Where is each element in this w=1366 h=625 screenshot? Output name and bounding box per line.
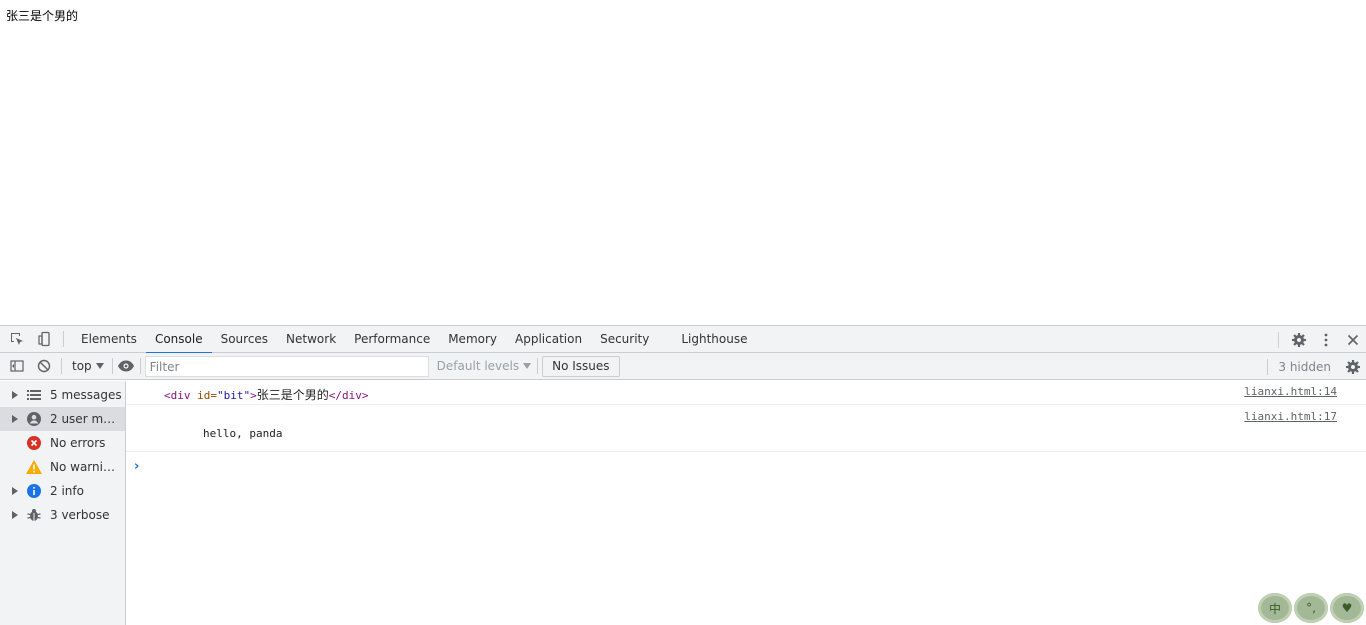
sidebar-item-errors[interactable]: No errors [0,431,125,455]
tab-elements[interactable]: Elements [72,326,146,353]
sidebar-item-user-messages[interactable]: 2 user mess... [0,407,125,431]
expand-arrow-icon[interactable] [9,415,21,423]
tag-bracket: > [250,389,257,402]
tabbar-divider [63,331,64,347]
tab-sources[interactable]: Sources [212,326,277,353]
page-content-text: 张三是个男的 [6,9,79,23]
expand-arrow-icon[interactable] [9,487,21,495]
toolbar-right: 3 hidden [1267,353,1366,380]
console-message: <div id="bit">张三是个男的</div> lianxi.html:1… [126,381,1366,405]
expand-arrow-icon[interactable] [9,511,21,519]
clear-console-icon[interactable] [30,353,57,380]
sidebar-item-label: 5 messages [50,388,122,402]
attr-name: id= [197,389,217,402]
list-icon [26,387,42,403]
device-toolbar-icon[interactable] [30,326,57,353]
info-icon [26,483,42,499]
console-body: 5 messages 2 user mess... No errors No w… [0,381,1366,625]
devtools-panel: Elements Console Sources Network Perform… [0,325,1366,625]
tabbar-actions [1278,326,1366,353]
sidebar-item-label: 3 verbose [50,508,110,522]
tag-open: <div [164,389,191,402]
sidebar-item-messages[interactable]: 5 messages [0,383,125,407]
error-icon [26,435,42,451]
sidebar-item-label: 2 info [50,484,84,498]
tab-lighthouse[interactable]: Lighthouse [672,326,756,353]
sidebar-toggle-icon[interactable] [3,353,30,380]
filter-input[interactable]: Filter [144,355,429,377]
console-settings-gear-icon[interactable] [1339,353,1366,380]
page-viewport: 张三是个男的 [0,0,1366,325]
console-toolbar: top Filter Default levels No Issues 3 hi… [0,353,1366,380]
dropdown-arrow-icon [523,363,532,369]
element-text: 张三是个男的 [256,388,329,402]
tab-console[interactable]: Console [145,326,212,354]
tab-memory[interactable]: Memory [439,326,506,353]
sidebar-item-verbose[interactable]: 3 verbose [0,503,125,527]
sidebar-item-info[interactable]: 2 info [0,479,125,503]
more-options-icon[interactable] [1312,326,1339,353]
issues-button[interactable]: No Issues [542,355,620,377]
console-sidebar: 5 messages 2 user mess... No errors No w… [0,381,126,625]
sidebar-item-label: No errors [50,436,106,450]
tag-end: </div> [328,389,369,402]
source-link[interactable]: lianxi.html:14 [1244,385,1337,398]
tab-security[interactable]: Security [591,326,658,353]
inspect-element-icon[interactable] [3,326,30,353]
hidden-messages-count: 3 hidden [1267,358,1339,375]
close-icon[interactable] [1339,326,1366,353]
sidebar-item-label: No warnings [50,460,122,474]
dom-element-node[interactable]: <div id="bit">张三是个男的</div> [164,388,369,402]
user-icon [26,411,42,427]
default-levels-dropdown[interactable]: Default levels [429,359,537,373]
source-link[interactable]: lianxi.html:17 [1244,410,1337,423]
attr-value: "bit" [217,389,251,402]
expand-arrow-icon[interactable] [9,391,21,399]
console-messages: <div id="bit">张三是个男的</div> lianxi.html:1… [126,381,1366,625]
dropdown-arrow-icon [95,363,104,369]
console-prompt-chevron-icon[interactable]: › [134,459,139,474]
sidebar-item-warnings[interactable]: No warnings [0,455,125,479]
toolbar-divider [139,358,141,374]
devtools-tabbar: Elements Console Sources Network Perform… [0,326,1366,354]
tab-application[interactable]: Application [506,326,591,353]
tab-performance[interactable]: Performance [345,326,439,353]
log-value: hello, panda [203,427,283,440]
context-label: top [72,359,92,373]
ime-skin-button[interactable]: ♥ [1330,593,1364,623]
ime-punctuation-button[interactable]: °, [1294,593,1328,623]
ime-language-button[interactable]: 中 [1258,593,1292,623]
toolbar-divider [537,358,539,374]
live-expression-eye-icon[interactable] [113,353,140,380]
tabbar-right-divider [1278,331,1279,348]
warning-icon [26,459,42,475]
levels-label: Default levels [436,359,520,373]
tab-network[interactable]: Network [277,326,345,353]
console-message: hello, panda lianxi.html:17 [126,405,1366,452]
bug-icon [26,507,42,523]
context-selector[interactable]: top [62,359,110,373]
sidebar-item-label: 2 user mess... [50,412,122,426]
ime-toolbar: 中 °, ♥ [1256,591,1366,625]
settings-gear-icon[interactable] [1285,326,1312,353]
